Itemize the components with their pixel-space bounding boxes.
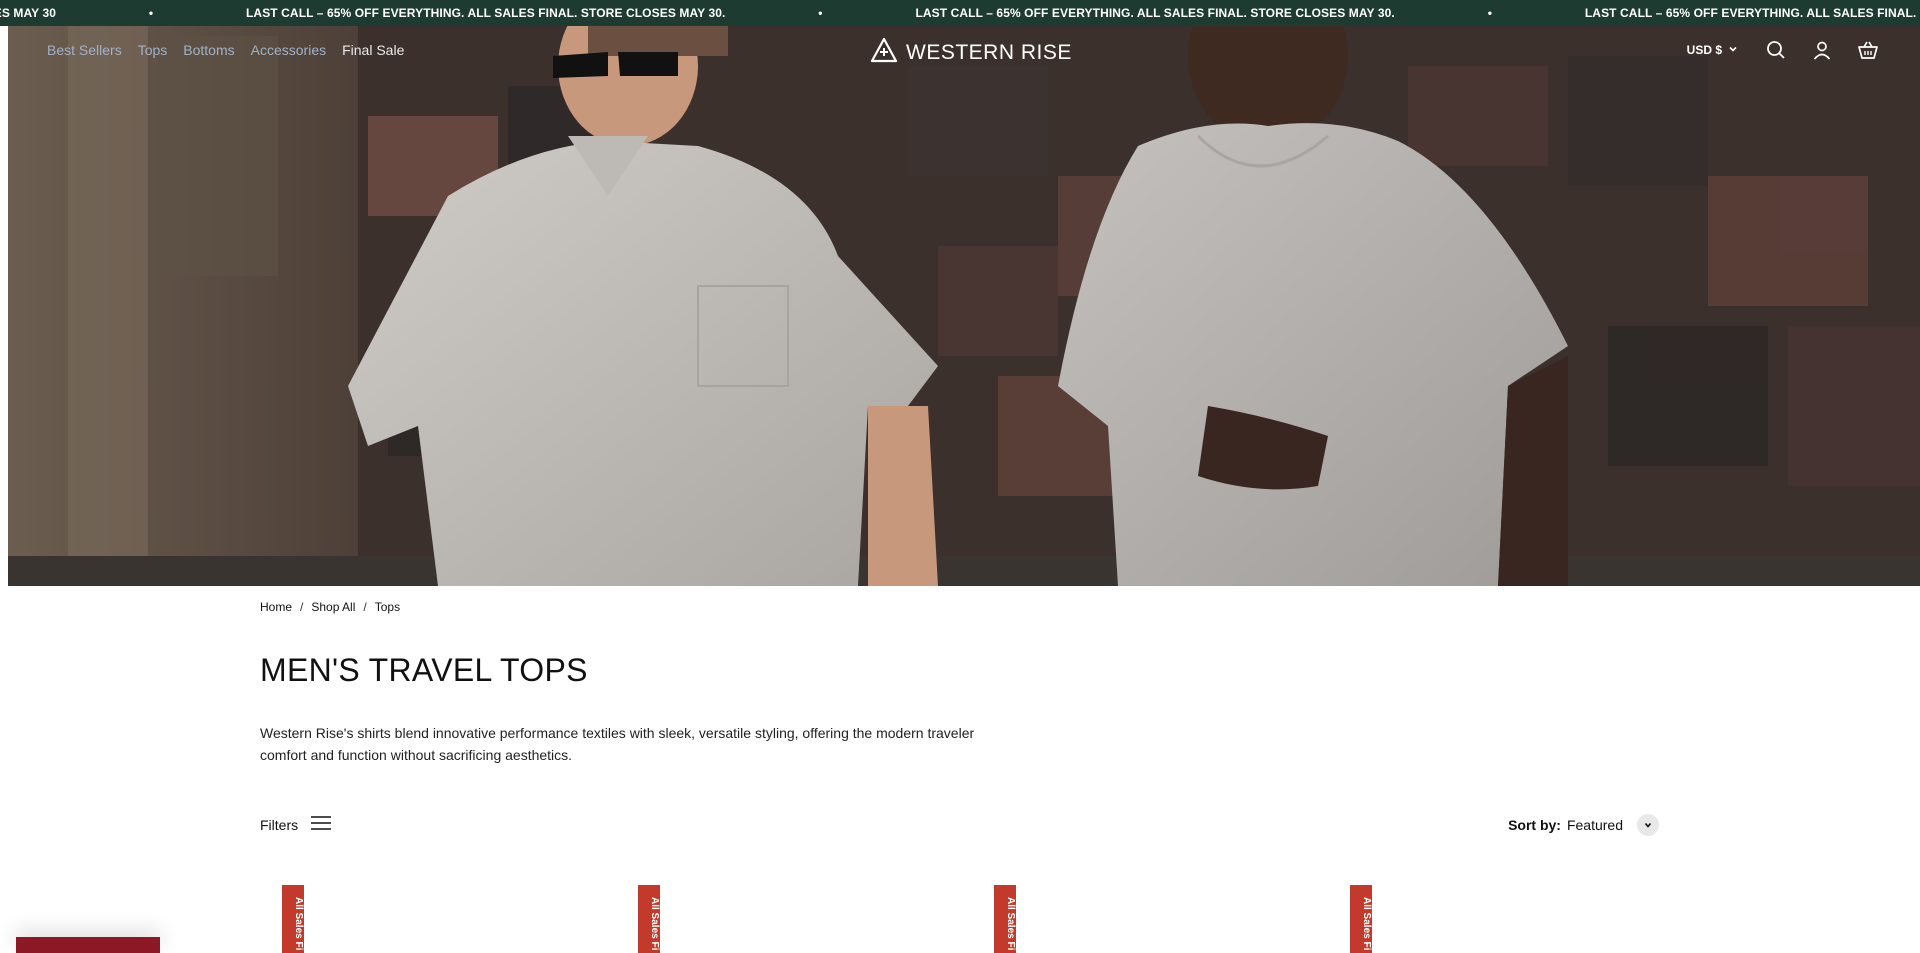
filters-label: Filters <box>260 816 299 833</box>
page-title: MEN'S TRAVEL TOPS <box>260 652 588 688</box>
nav-accessories[interactable]: Accessories <box>251 42 326 58</box>
search-icon[interactable] <box>1764 38 1788 62</box>
separator-dot: • <box>818 6 823 20</box>
filters-button[interactable]: Filters <box>260 815 332 834</box>
currency-label: USD $ <box>1686 43 1722 57</box>
collection-description: Western Rise's shirts blend innovative p… <box>260 725 975 763</box>
breadcrumb: Home / Shop All / Tops <box>260 600 1660 614</box>
breadcrumb-home[interactable]: Home <box>260 600 292 614</box>
hero-image <box>8 26 1920 586</box>
announcement-bar: CLOSES MAY 30. • LAST CALL – 65% OFF EVE… <box>0 0 1920 26</box>
nav-best-sellers[interactable]: Best Sellers <box>47 42 122 58</box>
product-badge: All Sales Fi <box>638 885 660 953</box>
site-logo[interactable]: WESTERN RISE <box>870 37 1072 68</box>
logo-text: WESTERN RISE <box>906 40 1072 64</box>
logo-icon <box>870 37 898 68</box>
nav-final-sale[interactable]: Final Sale <box>342 42 404 58</box>
main-nav: Best Sellers Tops Bottoms Accessories Fi… <box>47 42 420 58</box>
menu-lines-icon <box>310 815 332 834</box>
nav-bottoms[interactable]: Bottoms <box>183 42 234 58</box>
sort-label: Sort by: <box>1508 817 1561 833</box>
announcement-text: LAST CALL – 65% OFF EVERYTHING. ALL SALE… <box>915 6 1395 20</box>
announcement-text: LAST CALL – 65% OFF EVERYTHING. ALL SALE… <box>246 6 726 20</box>
announcement-text-partial: CLOSES MAY 30. <box>0 6 56 20</box>
sort-value: Featured <box>1566 817 1623 833</box>
account-icon[interactable] <box>1810 38 1834 62</box>
chevron-down-icon <box>1728 43 1738 57</box>
sort-dropdown[interactable]: Sort by: Featured <box>1508 814 1659 836</box>
announcement-text: LAST CALL – 65% OFF EVERYTHING. ALL SALE… <box>1584 6 1920 20</box>
breadcrumb-separator: / <box>300 600 304 614</box>
separator-dot: • <box>148 6 154 20</box>
product-badge: All Sales Fi <box>1350 885 1372 953</box>
product-badge: All Sales Fi <box>282 885 304 953</box>
product-badge: All Sales Fi <box>994 885 1016 953</box>
promo-popup-tab[interactable] <box>16 937 160 953</box>
cart-icon[interactable] <box>1856 38 1880 62</box>
separator-dot: • <box>1487 6 1493 20</box>
currency-selector[interactable]: USD $ <box>1687 43 1738 57</box>
nav-tops[interactable]: Tops <box>138 42 168 58</box>
breadcrumb-current: Tops <box>374 600 401 614</box>
chevron-down-icon <box>1637 814 1659 836</box>
breadcrumb-shop-all[interactable]: Shop All <box>311 600 355 614</box>
breadcrumb-separator: / <box>363 600 367 614</box>
hero-photo <box>8 26 1920 586</box>
header-utilities: USD $ <box>1687 38 1880 62</box>
